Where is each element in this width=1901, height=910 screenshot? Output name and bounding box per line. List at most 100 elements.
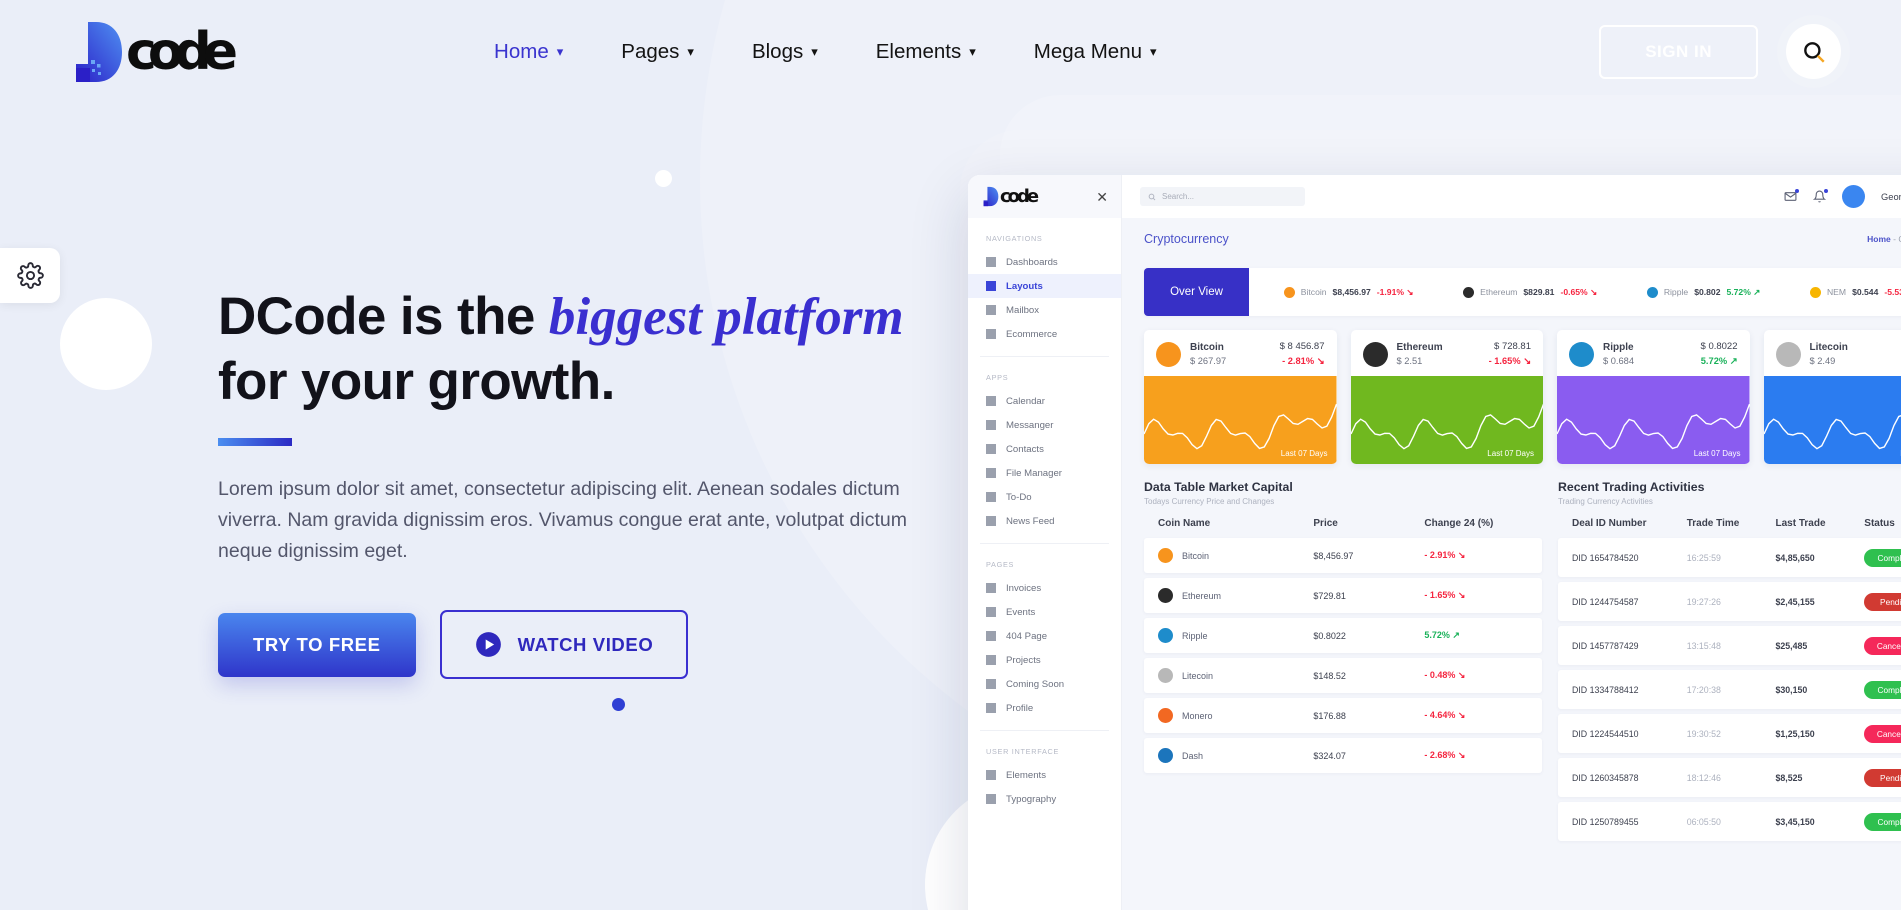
settings-tab[interactable] (0, 248, 60, 303)
nav-item-pages[interactable]: Pages ▾ (592, 40, 723, 64)
cell-last-trade: $1,25,150 (1775, 728, 1815, 739)
dashboard-page-title: Cryptocurrency (1144, 232, 1229, 246)
crypto-card-litecoin[interactable]: Litecoin$ 2.49$ 148.52- 0.48% ↘Last 07 D… (1763, 330, 1901, 464)
table-row[interactable]: Litecoin $148.52 - 0.48% ↘ (1144, 658, 1542, 693)
sidebar-item-ecommerce[interactable]: Ecommerce (968, 322, 1121, 346)
table-row[interactable]: DID 1654784520 16:25:59 $4,85,650 Complete (1558, 538, 1901, 577)
sidebar-item-projects[interactable]: Projects (968, 648, 1121, 672)
table-row[interactable]: DID 1457787429 13:15:48 $25,485 Cancelled (1558, 626, 1901, 665)
table-row[interactable]: DID 1334788412 17:20:38 $30,150 Complete (1558, 670, 1901, 709)
table-row[interactable]: Monero $176.88 - 4.64% ↘ (1144, 698, 1542, 733)
gear-icon (16, 262, 44, 289)
sidebar-item-typography[interactable]: Typography (968, 787, 1121, 811)
nav-label: Pages (621, 39, 680, 63)
ticker-ethereum: Ethereum $829.81 -0.65% ↘ (1463, 286, 1597, 298)
sidebar-item-404-page[interactable]: 404 Page (968, 624, 1121, 648)
column-header-deal-id: Deal ID Number (1572, 518, 1647, 529)
sidebar-item-invoices[interactable]: Invoices (968, 576, 1121, 600)
sidebar-item-to-do[interactable]: To-Do (968, 485, 1121, 509)
dashboard-topbar-actions: George Martin ▾ (1784, 185, 1901, 208)
dashboard-search-input[interactable]: Search... (1140, 187, 1305, 206)
user-name[interactable]: George Martin (1881, 192, 1901, 202)
nav-item-mega-menu[interactable]: Mega Menu ▾ (1005, 40, 1186, 64)
market-table-subtitle: Todays Currency Price and Changes (1144, 497, 1275, 506)
search-icon (1803, 41, 1825, 63)
site-logo[interactable]: code (68, 20, 238, 84)
sidebar-item-coming-soon[interactable]: Coming Soon (968, 672, 1121, 696)
nav-item-blogs[interactable]: Blogs ▾ (723, 40, 847, 64)
decor-dot-blue (612, 698, 625, 711)
table-row[interactable]: DID 1224544510 19:30:52 $1,25,150 Cancelled (1558, 714, 1901, 753)
nav-item-home[interactable]: Home ▾ (465, 40, 592, 64)
cell-trade-time: 19:27:26 (1686, 596, 1721, 607)
sidebar-item-contacts[interactable]: Contacts (968, 437, 1121, 461)
error-icon (986, 631, 996, 641)
chat-icon (986, 420, 996, 430)
dashboard-logo[interactable]: code (981, 186, 1039, 207)
try-to-free-button[interactable]: TRY TO FREE (218, 612, 416, 677)
nav-label: Blogs (751, 39, 804, 63)
page-title: DCode is the biggest platform for your g… (218, 285, 918, 414)
crypto-card-sub: $ 2.51 (1396, 356, 1423, 366)
cell-price: $729.81 (1313, 590, 1346, 601)
sidebar-item-messanger[interactable]: Messanger (968, 413, 1121, 437)
status-badge: Pending (1864, 593, 1901, 611)
ticker-name: Bitcoin (1300, 287, 1327, 297)
dashboard-sidebar-list: NAVIGATIONS Dashboards Layouts Mailbox Ecomm… (968, 218, 1121, 811)
sidebar-item-label: Contacts (1006, 443, 1044, 455)
crypto-card-ripple[interactable]: Ripple $ 0.684 $ 0.8022 5.72% ↗ Last 07 Days (1557, 330, 1750, 464)
avatar[interactable] (1842, 185, 1866, 208)
status-badge: Cancelled (1864, 725, 1901, 743)
overview-bar: Over View Bitcoin $8,456.97 -1.91% ↘ Ethere… (1144, 268, 1901, 316)
column-header-last-trade: Last Trade (1775, 518, 1826, 529)
column-header-price: Price (1313, 518, 1338, 529)
sign-in-button[interactable]: SIGN IN (1599, 24, 1758, 79)
crypto-card-bitcoin[interactable]: Bitcoin $ 267.97 $ 8 456.87 - 2.81% ↘ Last 0… (1144, 330, 1337, 464)
market-capital-table: Data Table Market Capital Todays Currenc… (1144, 480, 1542, 846)
sidebar-item-label: Messanger (1006, 419, 1054, 431)
dashboard-topbar: Search... George Martin ▾ (1122, 175, 1901, 218)
crypto-card-price: $ 728.81 (1494, 341, 1531, 352)
sidebar-item-dashboards[interactable]: Dashboards (968, 250, 1121, 274)
table-row[interactable]: DID 1260345878 18:12:46 $8,525 Pending (1558, 758, 1901, 797)
table-row[interactable]: Bitcoin $8,456.97 - 2.91% ↘ (1144, 538, 1542, 573)
table-row[interactable]: Dash $324.07 - 2.68% ↘ (1144, 738, 1542, 773)
coin-icon (1362, 341, 1388, 367)
sidebar-item-label: Profile (1006, 702, 1034, 714)
close-icon[interactable]: ✕ (1096, 190, 1108, 204)
sidebar-item-profile[interactable]: Profile (968, 696, 1121, 720)
trading-table-header: Deal ID Number Trade Time Last Trade Sta… (1558, 506, 1901, 538)
table-row[interactable]: Ripple $0.8022 5.72% ↗ (1144, 618, 1542, 653)
bell-icon[interactable] (1812, 189, 1829, 203)
cell-deal-id: DID 1654784520 (1572, 552, 1639, 563)
cart-icon (986, 329, 996, 339)
crypto-card-ethereum[interactable]: Ethereum $ 2.51 $ 728.81 - 1.65% ↘ Last 07 D… (1350, 330, 1543, 464)
sidebar-item-news-feed[interactable]: News Feed (968, 509, 1121, 533)
cell-coin-name: Ethereum (1158, 588, 1313, 603)
nav-item-elements[interactable]: Elements ▾ (847, 40, 1005, 64)
crypto-card-chart: Last 07 Days (1144, 376, 1337, 464)
sidebar-item-elements[interactable]: Elements (968, 763, 1121, 787)
sidebar-item-calendar[interactable]: Calendar (968, 389, 1121, 413)
breadcrumb-home[interactable]: Home (1867, 234, 1891, 244)
sidebar-item-events[interactable]: Events (968, 600, 1121, 624)
mail-icon[interactable] (1784, 189, 1800, 203)
layout-icon (986, 281, 996, 291)
table-row[interactable]: DID 1244754587 19:27:26 $2,45,155 Pending (1558, 582, 1901, 621)
status-badge: Complete (1864, 681, 1901, 699)
over-view-button[interactable]: Over View (1144, 268, 1249, 316)
search-button[interactable] (1786, 24, 1841, 79)
table-row[interactable]: Ethereum $729.81 - 1.65% ↘ (1144, 578, 1542, 613)
nav-label: Elements (875, 39, 962, 63)
column-header-coin-name: Coin Name (1158, 518, 1211, 529)
watch-video-button[interactable]: WATCH VIDEO (439, 610, 689, 680)
trading-table-title: Recent Trading Activities (1558, 480, 1705, 494)
sidebar-item-label: 404 Page (1006, 630, 1048, 642)
ticker-name: Ripple (1663, 287, 1689, 297)
contact-icon (986, 444, 996, 454)
sidebar-item-mailbox[interactable]: Mailbox (968, 298, 1121, 322)
sidebar-item-layouts[interactable]: Layouts (968, 274, 1121, 298)
sidebar-item-file-manager[interactable]: File Manager (968, 461, 1121, 485)
table-row[interactable]: DID 1250789455 06:05:50 $3,45,150 Complete (1558, 802, 1901, 841)
ticker-change: -1.91% ↘ (1376, 286, 1414, 297)
